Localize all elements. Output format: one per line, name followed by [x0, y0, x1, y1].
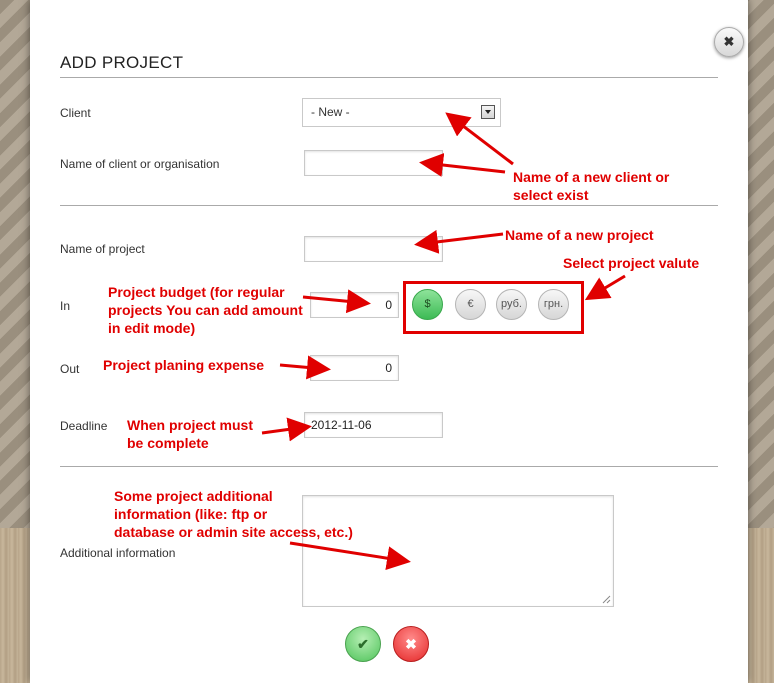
arrow-to-deadline	[261, 417, 312, 442]
arrow-to-client-select	[445, 112, 514, 166]
arrow-to-budget-in	[302, 289, 371, 314]
arrow-to-currency	[584, 274, 626, 301]
arrow-to-expense-out	[279, 355, 331, 380]
arrow-to-project-name	[414, 229, 504, 254]
annotation-arrows	[261, 112, 626, 571]
arrow-to-client-name	[419, 153, 506, 177]
arrow-to-additional-info	[289, 541, 411, 571]
